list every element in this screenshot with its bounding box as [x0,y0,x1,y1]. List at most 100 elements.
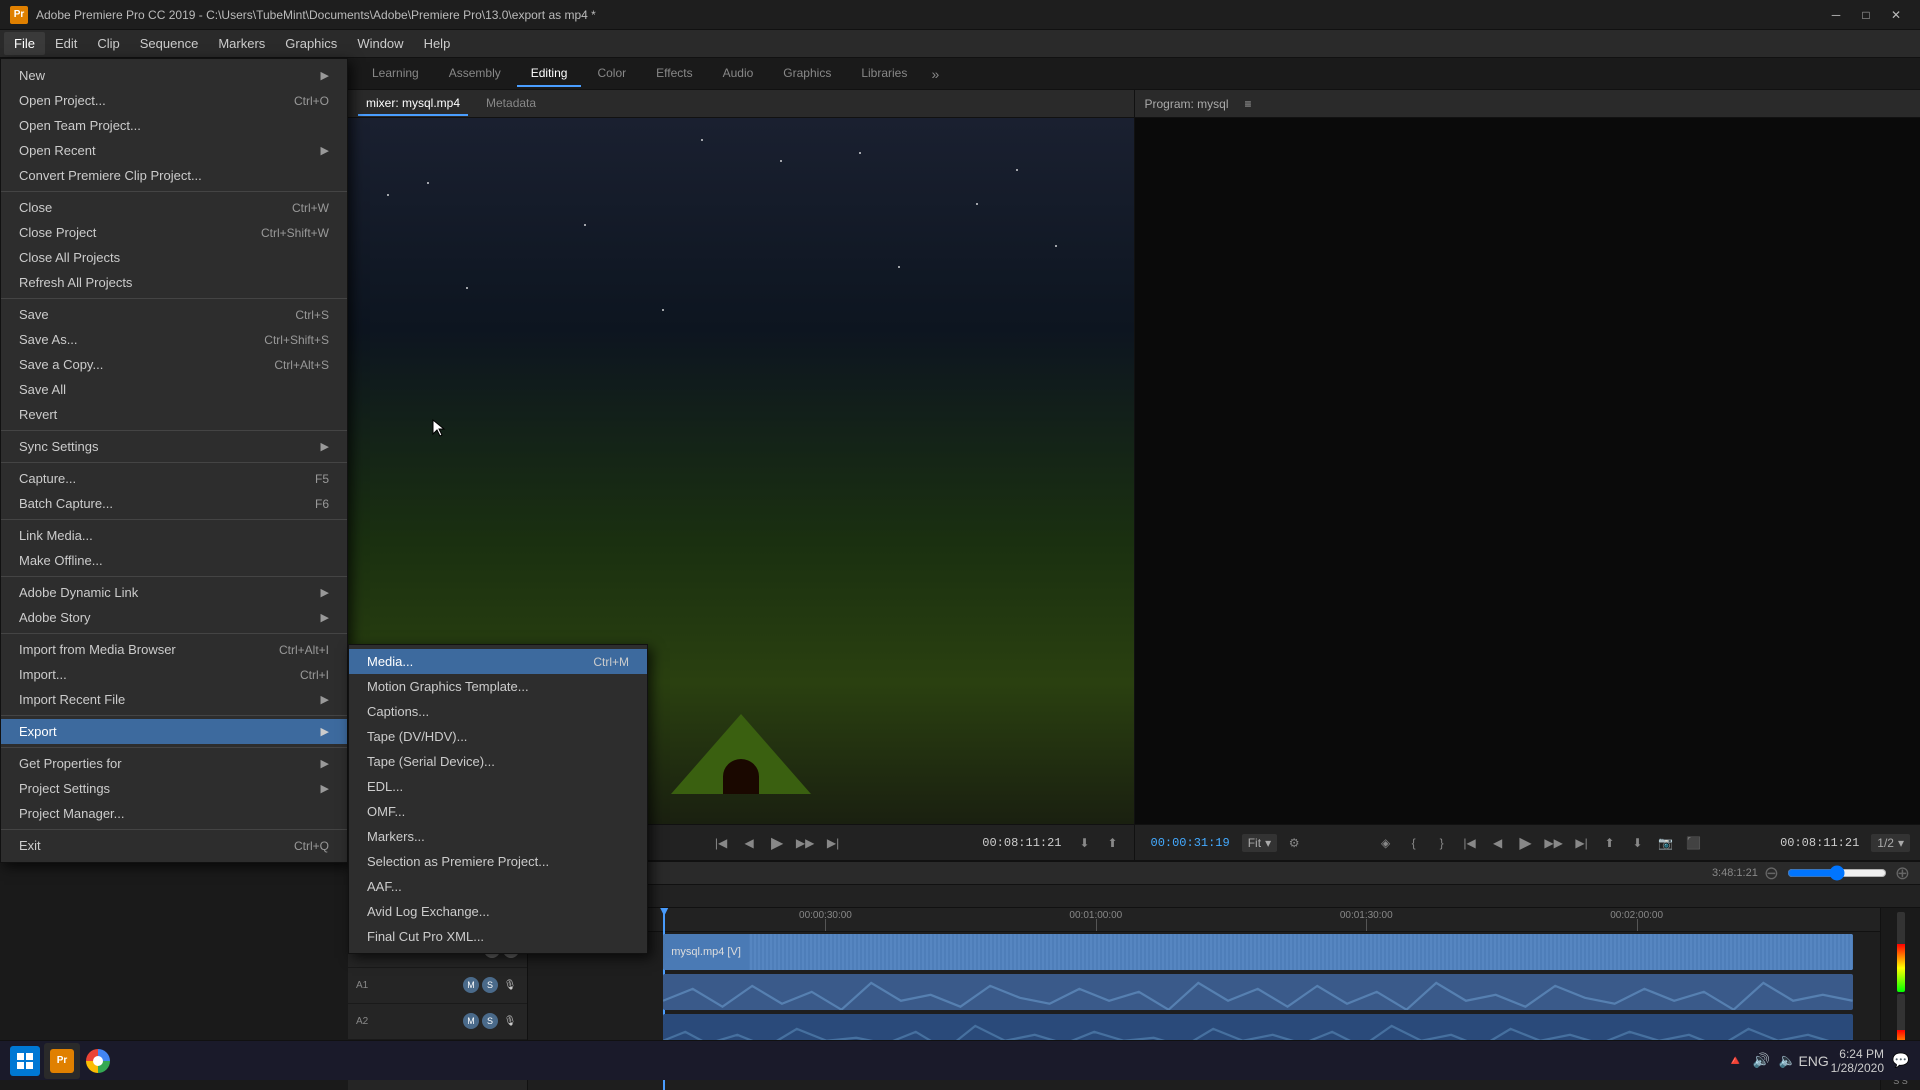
menu-graphics[interactable]: Graphics [275,32,347,55]
menu-item-import[interactable]: Import... Ctrl+I [1,662,347,687]
submenu-motion-graphics[interactable]: Motion Graphics Template... [349,674,647,699]
speaker-icon[interactable]: 🔈 [1779,1052,1797,1070]
maximize-button[interactable]: □ [1852,4,1880,26]
program-step-back[interactable]: ◀ [1487,832,1509,854]
menu-item-import-media-browser[interactable]: Import from Media Browser Ctrl+Alt+I [1,637,347,662]
program-settings[interactable]: ⚙ [1283,832,1305,854]
submenu-media[interactable]: Media... Ctrl+M [349,649,647,674]
submenu-aaf[interactable]: AAF... [349,874,647,899]
taskbar-chrome-icon[interactable] [80,1043,116,1079]
source-insert[interactable]: ⬇ [1074,832,1096,854]
menu-clip[interactable]: Clip [87,32,129,55]
source-step-back[interactable]: |◀ [710,832,732,854]
submenu-omf[interactable]: OMF... [349,799,647,824]
source-overwrite[interactable]: ⬆ [1102,832,1124,854]
v1-clip[interactable]: mysql.mp4 [V] [663,934,1853,970]
close-button[interactable]: ✕ [1882,4,1910,26]
source-tab-metadata[interactable]: Metadata [478,92,544,116]
network-icon[interactable]: 🔺 [1727,1052,1745,1070]
notification-icon[interactable]: 💬 [1892,1052,1910,1070]
submenu-selection-premiere[interactable]: Selection as Premiere Project... [349,849,647,874]
menu-item-open-recent[interactable]: Open Recent ▶ [1,138,347,163]
timeline-zoom-in-icon[interactable]: ⊕ [1895,863,1910,884]
program-play[interactable]: ▶ [1515,832,1537,854]
program-goto-in[interactable]: |◀ [1459,832,1481,854]
program-lift[interactable]: ⬆ [1599,832,1621,854]
submenu-tape-serial[interactable]: Tape (Serial Device)... [349,749,647,774]
program-mark-out[interactable]: } [1431,832,1453,854]
tab-audio[interactable]: Audio [709,61,768,87]
menu-item-import-recent[interactable]: Import Recent File ▶ [1,687,347,712]
tab-assembly[interactable]: Assembly [435,61,515,87]
menu-item-open-team[interactable]: Open Team Project... [1,113,347,138]
menu-file[interactable]: File [4,32,45,55]
menu-item-open-project[interactable]: Open Project... Ctrl+O [1,88,347,113]
menu-item-batch-capture[interactable]: Batch Capture... F6 [1,491,347,516]
program-menu-icon[interactable]: ≡ [1245,97,1252,111]
program-timecode-blue[interactable]: 00:00:31:19 [1145,834,1236,852]
a1-mute[interactable]: M [463,977,479,993]
menu-item-project-settings[interactable]: Project Settings ▶ [1,776,347,801]
a1-clip[interactable] [663,974,1853,1010]
submenu-markers[interactable]: Markers... [349,824,647,849]
source-play-fwd[interactable]: ▶▶ [794,832,816,854]
a1-solo[interactable]: S [482,977,498,993]
menu-item-save-copy[interactable]: Save a Copy... Ctrl+Alt+S [1,352,347,377]
program-goto-out[interactable]: ▶| [1571,832,1593,854]
timeline-zoom-slider[interactable] [1787,865,1887,881]
menu-item-close-all[interactable]: Close All Projects [1,245,347,270]
menu-item-close-project[interactable]: Close Project Ctrl+Shift+W [1,220,347,245]
menu-markers[interactable]: Markers [208,32,275,55]
submenu-captions[interactable]: Captions... [349,699,647,724]
menu-item-save[interactable]: Save Ctrl+S [1,302,347,327]
timeline-zoom-out-icon[interactable]: ⊖ [1764,863,1779,884]
menu-edit[interactable]: Edit [45,32,87,55]
menu-item-adobe-story[interactable]: Adobe Story ▶ [1,605,347,630]
menu-item-save-all[interactable]: Save All [1,377,347,402]
tab-editing[interactable]: Editing [517,61,582,87]
taskbar-premiere-icon[interactable]: Pr [44,1043,80,1079]
menu-item-link-media[interactable]: Link Media... [1,523,347,548]
program-mark-in[interactable]: { [1403,832,1425,854]
program-insert-btn[interactable]: ⬛ [1683,832,1705,854]
minimize-button[interactable]: ─ [1822,4,1850,26]
workspace-more-icon[interactable]: » [923,62,947,86]
taskbar-start-button[interactable] [10,1046,40,1076]
menu-item-save-as[interactable]: Save As... Ctrl+Shift+S [1,327,347,352]
menu-item-make-offline[interactable]: Make Offline... [1,548,347,573]
source-step-fwd[interactable]: ▶| [822,832,844,854]
menu-item-new[interactable]: New ▶ [1,63,347,88]
tab-learning[interactable]: Learning [358,61,433,87]
menu-item-convert[interactable]: Convert Premiere Clip Project... [1,163,347,188]
program-add-marker[interactable]: ◈ [1375,832,1397,854]
submenu-edl[interactable]: EDL... [349,774,647,799]
tab-graphics[interactable]: Graphics [769,61,845,87]
program-zoom[interactable]: Fit ▾ [1242,834,1277,852]
source-play[interactable]: ▶ [766,832,788,854]
program-extract[interactable]: ⬇ [1627,832,1649,854]
program-step-fwd[interactable]: ▶▶ [1543,832,1565,854]
tab-color[interactable]: Color [583,61,640,87]
a2-solo[interactable]: S [482,1013,498,1029]
tab-libraries[interactable]: Libraries [847,61,921,87]
source-play-back[interactable]: ◀ [738,832,760,854]
menu-item-revert[interactable]: Revert [1,402,347,427]
menu-item-get-properties[interactable]: Get Properties for ▶ [1,751,347,776]
menu-item-refresh-all[interactable]: Refresh All Projects [1,270,347,295]
submenu-avid-log[interactable]: Avid Log Exchange... [349,899,647,924]
program-fit-zoom[interactable]: 1/2 ▾ [1871,834,1910,852]
program-export-frame[interactable]: 📷 [1655,832,1677,854]
menu-item-export[interactable]: Export ▶ [1,719,347,744]
audio-icon[interactable]: 🔊 [1753,1052,1771,1070]
submenu-tape-dv[interactable]: Tape (DV/HDV)... [349,724,647,749]
menu-item-project-manager[interactable]: Project Manager... [1,801,347,826]
language-label[interactable]: ENG [1805,1052,1823,1070]
menu-item-capture[interactable]: Capture... F5 [1,466,347,491]
submenu-final-cut[interactable]: Final Cut Pro XML... [349,924,647,949]
menu-window[interactable]: Window [347,32,413,55]
source-tab-mixer[interactable]: mixer: mysql.mp4 [358,92,468,116]
menu-item-close[interactable]: Close Ctrl+W [1,195,347,220]
a2-mute[interactable]: M [463,1013,479,1029]
tab-effects[interactable]: Effects [642,61,706,87]
menu-item-exit[interactable]: Exit Ctrl+Q [1,833,347,858]
